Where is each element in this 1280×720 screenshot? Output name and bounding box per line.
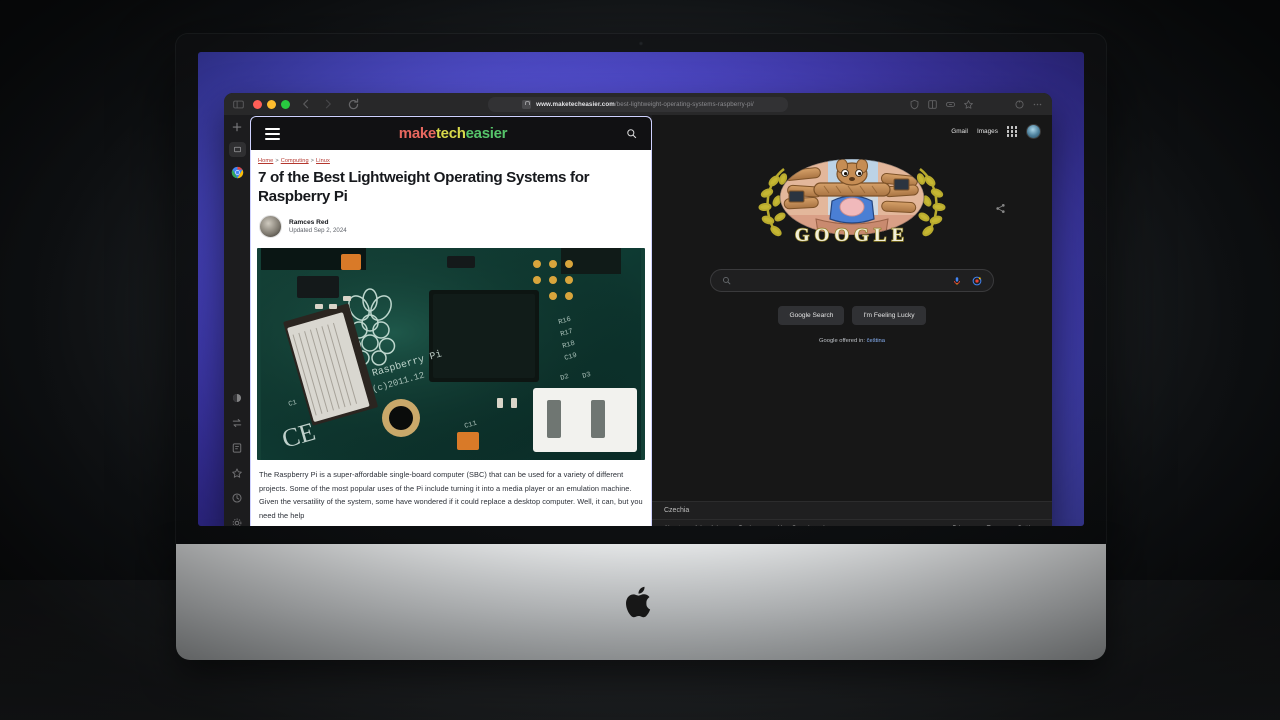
webcam-icon (638, 41, 644, 46)
imac-computer: www.maketecheasier.com/best-lightweight-… (176, 34, 1106, 660)
zoom-button[interactable] (281, 99, 290, 109)
article-body: Home > Computing > Linux 7 of the Best Light… (251, 150, 651, 526)
footer-link-about[interactable]: About (664, 525, 680, 526)
footer-link-how-search-works[interactable]: How Search works (778, 525, 830, 526)
article-updated-date: Updated Sep 2, 2024 (289, 227, 347, 235)
google-doodle[interactable]: GOOGLE (732, 157, 1005, 253)
breadcrumb-computing[interactable]: Computing (281, 158, 309, 164)
more-options-icon[interactable] (1032, 99, 1043, 110)
google-link-images[interactable]: Images (977, 128, 998, 135)
macos-desktop-wallpaper: www.maketecheasier.com/best-lightweight-… (198, 52, 1084, 526)
breadcrumb-sep-2: > (310, 158, 315, 164)
browser-content-row: maketecheasier Home>Computing>Linux (224, 115, 1052, 526)
footer-links[interactable]: About Advertising Business How Search wo… (652, 519, 1052, 526)
imac-display-bezel: www.maketecheasier.com/best-lightweight-… (176, 34, 1106, 544)
google-link-gmail[interactable]: Gmail (951, 128, 968, 135)
notes-icon[interactable] (231, 442, 243, 454)
extension-icon[interactable] (945, 99, 956, 110)
theme-moon-icon[interactable] (231, 392, 243, 404)
google-search-button[interactable]: Google Search (778, 306, 845, 325)
offered-prefix: Google offered in: (819, 338, 865, 344)
back-icon[interactable] (300, 98, 312, 110)
microphone-icon[interactable] (952, 276, 962, 286)
address-bar[interactable]: www.maketecheasier.com/best-lightweight-… (488, 96, 788, 112)
breadcrumb-sep-1: > (275, 158, 279, 164)
google-top-nav[interactable]: Gmail Images (652, 115, 1052, 148)
google-doodle-bread-illustration[interactable]: GOOGLE (732, 157, 972, 253)
search-icon[interactable] (626, 128, 637, 139)
breadcrumb-home[interactable]: Home (258, 158, 273, 164)
footer-link-settings[interactable]: Settings (1018, 525, 1040, 526)
doodle-wordmark: GOOGLE (795, 225, 909, 246)
logo-part-easier: easier (465, 125, 508, 142)
reload-icon[interactable] (347, 98, 360, 111)
raspberry-pi-board-illustration: Raspberry Pi (c)2011.12 R16 R17 R18 C19 … (261, 248, 641, 461)
browser-titlebar: www.maketecheasier.com/best-lightweight-… (224, 93, 1052, 115)
author-avatar (259, 215, 282, 239)
lock-icon (522, 99, 532, 109)
toolbar-right-icons[interactable] (909, 99, 1043, 110)
footer-link-privacy[interactable]: Privacy (953, 525, 973, 526)
tab-swap-icon[interactable] (231, 417, 243, 429)
im-feeling-lucky-button[interactable]: I'm Feeling Lucky (852, 306, 926, 325)
google-footer: Czechia About Advertising Business How S… (652, 501, 1052, 526)
pane-maketecheasier[interactable]: maketecheasier Home>Computing>Linux (250, 116, 652, 526)
breadcrumb-linux[interactable]: Linux (316, 158, 330, 164)
bookmark-star-icon[interactable] (963, 99, 974, 110)
logo-part-tech: tech (435, 125, 466, 142)
minimize-button[interactable] (267, 99, 276, 109)
apple-logo-icon (626, 586, 651, 618)
address-bar-url: www.maketecheasier.com/best-lightweight-… (536, 100, 754, 108)
profile-icon[interactable] (1014, 99, 1025, 110)
google-center-column: GOOGLE Google Search I'm Feeling Lucky G… (652, 148, 1052, 344)
footer-link-advertising[interactable]: Advertising (694, 525, 725, 526)
offered-language-link[interactable]: čeština (867, 338, 885, 344)
footer-link-terms[interactable]: Terms (987, 525, 1004, 526)
article-hero-image: Raspberry Pi (c)2011.12 R16 R17 R18 C19 … (257, 248, 645, 461)
article-byline: Ramces Red Updated Sep 2, 2024 (259, 215, 645, 239)
search-bar-actions[interactable] (952, 276, 982, 286)
bookmarks-star-icon[interactable] (231, 467, 243, 479)
chrome-favicon[interactable] (231, 166, 244, 179)
share-icon[interactable] (995, 203, 1006, 214)
footer-links-left[interactable]: About Advertising Business How Search wo… (664, 525, 829, 526)
new-tab-plus-icon[interactable] (231, 121, 243, 133)
breadcrumb[interactable]: Home > Computing > Linux (258, 158, 645, 164)
google-offered-in: Google offered in: čeština (819, 338, 885, 344)
site-logo[interactable]: maketecheasier (280, 125, 626, 142)
shield-icon[interactable] (909, 99, 920, 110)
pane-google-homepage[interactable]: Gmail Images GOOGLE Google Search I'm Fe… (652, 115, 1052, 526)
google-apps-grid-icon[interactable] (1006, 126, 1017, 137)
author-name[interactable]: Ramces Red (289, 219, 347, 226)
search-icon (723, 277, 731, 285)
settings-gear-icon[interactable] (231, 517, 243, 526)
split-view-panes: maketecheasier Home>Computing>Linux (250, 115, 1052, 526)
sidebar-top-group[interactable] (228, 121, 246, 179)
article-title: 7 of the Best Lightweight Operating Syst… (258, 169, 590, 205)
google-action-buttons[interactable]: Google Search I'm Feeling Lucky (778, 306, 926, 325)
tab-tile-icon[interactable] (228, 142, 246, 157)
imac-chin (176, 544, 1106, 660)
hamburger-menu-icon[interactable] (265, 127, 280, 140)
search-input[interactable] (739, 277, 944, 284)
sidebar-bottom-group[interactable] (231, 392, 243, 526)
history-clock-icon[interactable] (231, 492, 243, 504)
window-traffic-lights[interactable] (253, 99, 290, 109)
browser-window[interactable]: www.maketecheasier.com/best-lightweight-… (224, 93, 1052, 526)
reader-view-icon[interactable] (927, 99, 938, 110)
google-lens-icon[interactable] (972, 276, 982, 286)
footer-link-business[interactable]: Business (739, 525, 764, 526)
logo-part-make: make (398, 125, 436, 142)
forward-icon[interactable] (322, 98, 334, 110)
google-account-avatar[interactable] (1026, 124, 1041, 139)
site-header: maketecheasier (251, 117, 651, 150)
article-paragraph: The Raspberry Pi is a super-affordable s… (259, 470, 643, 520)
footer-region: Czechia (652, 501, 1052, 519)
footer-links-right[interactable]: Privacy Terms Settings (953, 525, 1041, 526)
close-button[interactable] (253, 99, 262, 109)
browser-vertical-sidebar[interactable] (224, 115, 250, 526)
google-search-bar[interactable] (710, 269, 994, 292)
sidebar-toggle-icon[interactable] (233, 99, 244, 110)
